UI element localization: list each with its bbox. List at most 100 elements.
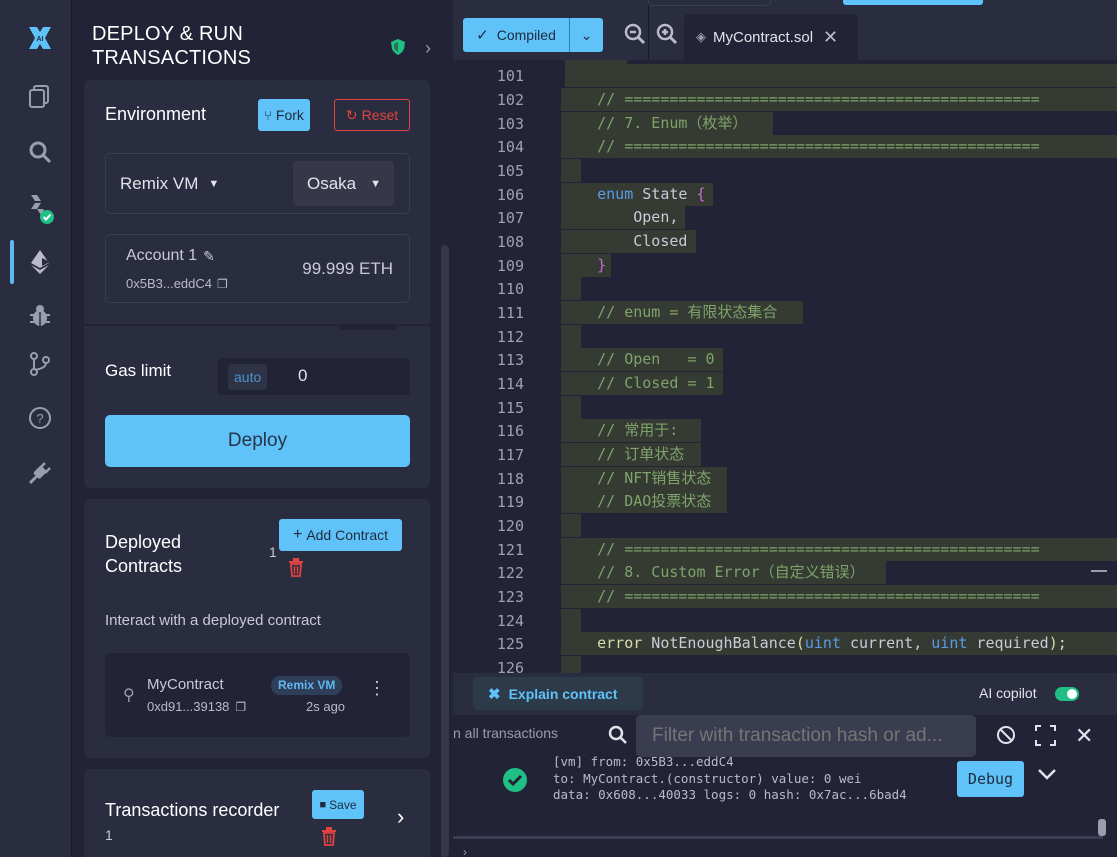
code-line-101 [565,64,1117,87]
code-line-122: // 8. Custom Error（自定义错误） [561,561,886,584]
explain-contract-button[interactable]: ✖ Explain contract [473,677,643,710]
remix-logo-icon[interactable]: AI [22,20,58,56]
type: uint [931,634,968,652]
toggle-knob [1067,689,1077,699]
close-terminal-icon[interactable]: ✕ [1075,723,1093,749]
zoom-in-icon[interactable] [655,22,679,51]
search-icon[interactable] [22,134,58,170]
line-number: 114 [496,375,524,393]
code-line-113: // Open = 0 [561,348,723,371]
line-number: 102 [496,91,524,109]
close-icon[interactable]: ✕ [823,27,838,48]
line-number: 103 [496,115,524,133]
deployed-contracts-card: Deployed Contracts 1 + Add Contract Inter… [84,499,430,758]
fork-version-select[interactable]: Osaka ▼ [293,161,394,206]
code-line-125: error NotEnoughBalance(uint current, uin… [561,632,1117,655]
keyword: error [597,634,643,652]
fullscreen-icon[interactable] [1035,725,1056,751]
code-line-115 [561,396,581,419]
deployed-contract-item[interactable]: ⚲ MyContract 0xd91...39138 ❐ Remix VM 2s… [105,653,410,737]
deployed-count: 1 [269,544,277,560]
expand-log-chevron-icon[interactable] [1037,767,1057,786]
add-contract-label: Add Contract [306,527,389,543]
identifier: NotEnoughBalance [642,634,796,652]
code-line-120 [561,514,581,537]
deployed-title-line2: Contracts [105,556,183,576]
code-line-116: // 常用于: [561,419,701,442]
identifier: required [967,634,1049,652]
kebab-menu-icon[interactable]: ⋮ [368,679,386,697]
terminal: n all transactions ✕ [vm] from: 0x5B3...… [453,715,1117,857]
terminal-prompt-icon: › [463,845,467,857]
help-icon[interactable]: ? [22,400,58,436]
terminal-scrollbar[interactable] [1098,819,1106,836]
panel-title: DEPLOY & RUN TRANSACTIONS [92,22,251,70]
code-line-105 [561,159,581,182]
svg-text:?: ? [36,411,43,426]
git-icon[interactable] [22,346,58,382]
zoom-out-icon[interactable] [623,22,647,51]
save-label: Save [329,797,357,812]
copy-icon[interactable]: ❐ [217,277,228,291]
identifier: Open, [633,208,679,226]
pin-icon[interactable]: ⚲ [123,685,135,705]
file-explorer-icon[interactable] [22,78,58,114]
code-line-106: enum State { [561,183,713,206]
debug-button[interactable]: Debug [957,761,1024,797]
listen-transactions-label: n all transactions [453,725,559,741]
deploy-run-icon[interactable] [22,244,58,280]
line-number: 110 [496,280,524,298]
line-number: 125 [496,635,524,653]
chevron-right-icon[interactable]: › [397,806,404,828]
compile-options-chevron-icon[interactable]: ⌄ [570,18,603,52]
debugger-icon[interactable] [22,298,58,334]
line-number: 112 [496,328,524,346]
add-contract-button[interactable]: + Add Contract [279,519,402,551]
line-number-gutter: 101 102 103 104 105 106 107 108 109 110 111 112 113 1… [453,60,553,673]
code-area[interactable]: // =====================================… [561,60,1117,673]
code-line-112 [561,325,581,348]
panel-title-line2: TRANSACTIONS [92,47,252,69]
paren: ( [795,634,805,652]
provider-value: Remix VM [120,174,199,193]
compiled-button[interactable]: ✓ Compiled [463,18,569,52]
deploy-button[interactable]: Deploy [105,415,410,467]
separator [648,0,649,60]
reset-button[interactable]: ↻ Reset [334,99,410,131]
clear-console-icon[interactable] [996,725,1016,750]
panel-chevron-right-icon[interactable]: › [425,38,431,59]
comment-text: // =====================================… [597,90,1040,108]
code-editor[interactable]: 101 102 103 104 105 106 107 108 109 110 111 112 113 1… [453,60,1117,673]
trash-icon[interactable] [288,558,304,582]
ai-copilot-toggle[interactable] [1055,687,1079,701]
contract-env-badge: Remix VM [271,676,343,695]
plugin-manager-icon[interactable] [22,455,58,491]
account-address: 0x5B3...eddC4 [126,276,213,291]
code-line-111: // enum = 有限状态集合 [561,301,803,324]
deploy-run-panel: DEPLOY & RUN TRANSACTIONS › Environment … [72,0,453,857]
line-number: 107 [496,209,524,227]
panel-scrollbar[interactable] [441,245,449,857]
gas-limit-field[interactable]: auto 0 [218,358,410,395]
comment-text: // NFT销售状态 [597,469,712,487]
save-scenario-button[interactable]: ■ Save [312,790,364,819]
account-box[interactable]: Account 1 ✎ 0x5B3...eddC4 ❐ 99.999 ETH [105,234,410,303]
comment-text: // 8. Custom Error（自定义错误） [597,563,865,581]
trash-icon[interactable] [321,827,337,851]
solidity-compiler-icon[interactable] [22,190,58,226]
tx-data-line: data: 0x608...40033 logs: 0 hash: 0x7ac.… [553,787,907,802]
tab-mycontract-sol[interactable]: ◈ MyContract.sol ✕ [684,14,858,60]
fork-icon: ⑂ [264,107,272,123]
comment-text: // 常用于: [597,421,679,439]
comment-text: // enum = 有限状态集合 [597,303,778,321]
pencil-icon[interactable]: ✎ [203,248,215,265]
line-number: 120 [496,517,524,535]
provider-select[interactable]: Remix VM ▼ [120,174,219,194]
transaction-log: [vm] from: 0x5B3...eddC4 to: MyContract.… [553,754,907,804]
line-number: 108 [496,233,524,251]
copy-icon[interactable]: ❐ [235,700,246,714]
gas-auto-toggle[interactable]: auto [228,364,268,390]
keyword: enum [597,185,634,203]
fork-button[interactable]: ⑂ Fork [258,99,310,131]
transaction-filter-input[interactable] [636,715,976,757]
